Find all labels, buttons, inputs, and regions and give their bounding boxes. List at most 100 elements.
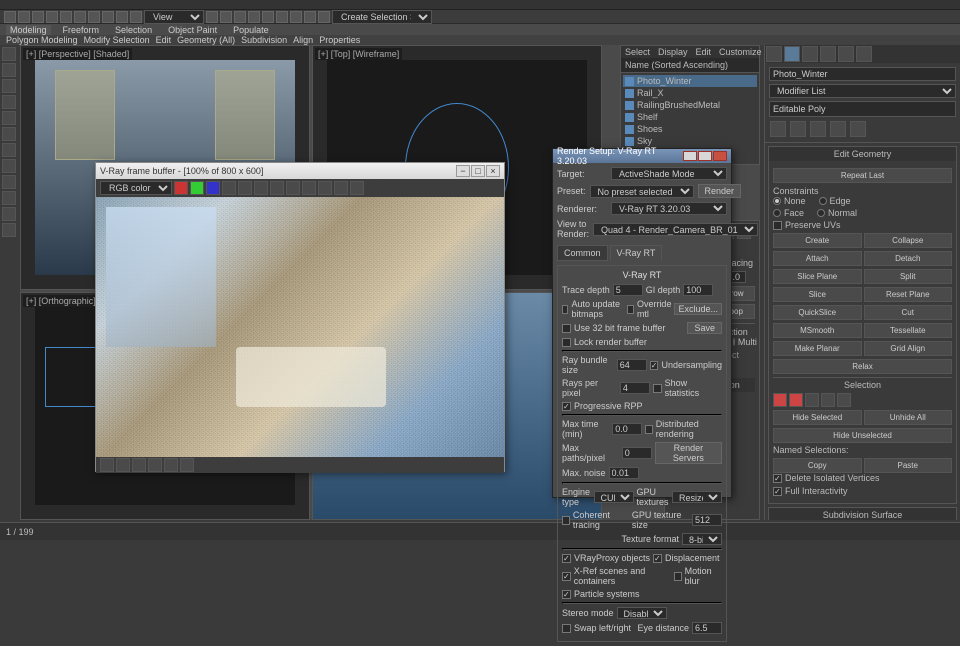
attach-button[interactable]: Attach [773,251,862,266]
vfb-pixel-icon[interactable] [148,458,162,472]
vfb-track-icon[interactable] [318,181,332,195]
tessellate-button[interactable]: Tessellate [864,323,953,338]
collapse-button[interactable]: Collapse [864,233,953,248]
align-icon[interactable] [248,11,260,23]
select-icon[interactable] [88,11,100,23]
lt-icon[interactable] [2,159,16,173]
detach-button[interactable]: Detach [864,251,953,266]
lt-icon[interactable] [2,143,16,157]
multi-radio[interactable] [733,338,735,346]
vfb-clone-icon[interactable] [286,181,300,195]
create-tab-icon[interactable] [766,46,782,62]
vfb-stamp-icon[interactable] [180,458,194,472]
vfb-blue-icon[interactable] [206,181,220,195]
remove-mod-icon[interactable] [830,121,846,137]
vfb-link-icon[interactable] [334,181,348,195]
cut-button[interactable]: Cut [864,305,953,320]
render-servers-button[interactable]: Render Servers [655,442,722,464]
vfb-green-icon[interactable] [190,181,204,195]
vfb-alpha-icon[interactable] [222,181,236,195]
sub-align[interactable]: Align [293,35,313,45]
lt-icon[interactable] [2,223,16,237]
ribbon-tab-freeform[interactable]: Freeform [59,25,104,35]
list-item[interactable]: Rail_X [623,87,757,99]
swap-check[interactable] [562,624,571,633]
motionblur-check[interactable] [674,572,682,581]
stats-check[interactable] [653,384,662,393]
configure-icon[interactable] [850,121,866,137]
gputex-dropdown[interactable]: Resize textu [672,491,722,503]
vfb-cc-icon[interactable] [100,458,114,472]
edge-radio[interactable] [819,197,827,205]
lt-icon[interactable] [2,207,16,221]
hidesel-button[interactable]: Hide Selected [773,410,862,425]
vfb-channel-dropdown[interactable]: RGB color [100,181,172,195]
render-setup-icon[interactable] [304,11,316,23]
vfb-curves-icon[interactable] [116,458,130,472]
preserve-uvs-check[interactable] [773,221,782,230]
sliceplane-button[interactable]: Slice Plane [773,269,862,284]
sub-modify-sel[interactable]: Modify Selection [84,35,150,45]
sub-poly-modeling[interactable]: Polygon Modeling [6,35,78,45]
progressive-check[interactable] [562,402,571,411]
link-icon[interactable] [74,11,86,23]
deliso-check[interactable] [773,474,782,483]
lt-icon[interactable] [2,111,16,125]
border-subobj-icon[interactable] [805,393,819,407]
vfb-render-image[interactable] [96,197,504,457]
save-button[interactable]: Save [687,322,722,334]
lt-icon[interactable] [2,191,16,205]
rd-maximize-button[interactable] [698,151,712,161]
maxtime-input[interactable] [612,423,642,435]
sub-subdivision[interactable]: Subdivision [241,35,287,45]
list-item[interactable]: Shoes [623,123,757,135]
eyedist-input[interactable] [692,622,722,634]
msmooth-button[interactable]: MSmooth [773,323,862,338]
rotate-icon[interactable] [116,11,128,23]
rd-close-button[interactable] [713,151,727,161]
snap-icon[interactable] [206,11,218,23]
move-icon[interactable] [102,11,114,23]
none-radio[interactable] [773,197,781,205]
vfb-maximize-button[interactable]: □ [471,165,485,177]
modify-tab-icon[interactable] [784,46,800,62]
copy-button[interactable]: Copy [773,458,862,473]
displacement-check[interactable] [653,554,662,563]
hierarchy-tab-icon[interactable] [802,46,818,62]
relax-button[interactable]: Relax [773,359,952,374]
view-dropdown[interactable]: Quad 4 - Render_Camera_BR_01 [593,223,758,236]
split-button[interactable]: Split [864,269,953,284]
save-icon[interactable] [32,11,44,23]
sp-menu-select[interactable]: Select [625,47,650,57]
hideunsel-button[interactable]: Hide Unselected [773,428,952,443]
override-check[interactable] [627,305,633,314]
selection-set-dropdown[interactable]: Create Selection Se [332,10,432,24]
mirror-icon[interactable] [234,11,246,23]
stereo-dropdown[interactable]: Disabled [617,607,667,619]
vfb-mono-icon[interactable] [238,181,252,195]
lt-icon[interactable] [2,79,16,93]
vfb-history-icon[interactable] [350,181,364,195]
list-item[interactable]: RailingBrushedMetal [623,99,757,111]
preset-dropdown[interactable]: No preset selected [590,185,694,198]
list-item[interactable]: Photo_Winter [623,75,757,87]
slice-button[interactable]: Slice [773,287,862,302]
gi-depth-input[interactable] [683,284,713,296]
normal-radio[interactable] [817,209,825,217]
undo-icon[interactable] [46,11,58,23]
renderer-dropdown[interactable]: V-Ray RT 3.20.03 [611,202,727,215]
unhide-button[interactable]: Unhide All [864,410,953,425]
paste-button[interactable]: Paste [864,458,953,473]
vfb-close-button[interactable]: × [486,165,500,177]
rd-minimize-button[interactable] [683,151,697,161]
motion-tab-icon[interactable] [820,46,836,62]
create-button[interactable]: Create [773,233,862,248]
trace-depth-input[interactable] [613,284,643,296]
list-item[interactable]: Shelf [623,111,757,123]
coherent-check[interactable] [562,516,570,525]
ribbon-tab-populate[interactable]: Populate [229,25,273,35]
object-name-input[interactable] [769,67,956,81]
display-tab-icon[interactable] [838,46,854,62]
face-radio[interactable] [773,209,781,217]
vfb-save-icon[interactable] [254,181,268,195]
